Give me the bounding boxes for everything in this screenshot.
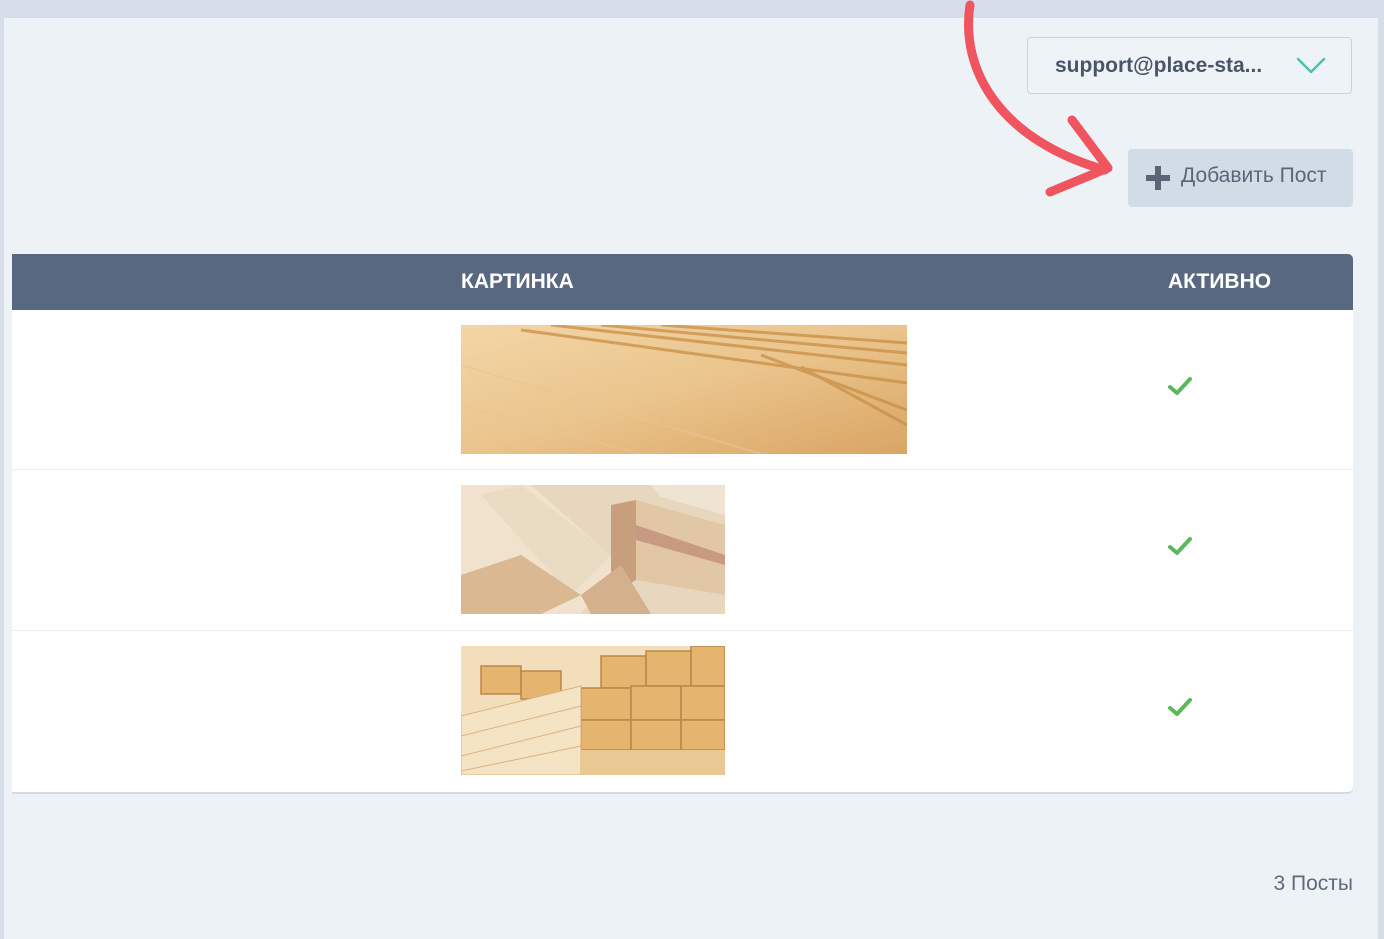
post-image[interactable] (461, 646, 725, 775)
active-check-icon (1168, 377, 1192, 395)
column-header-image[interactable]: КАРТИНКА (461, 270, 574, 294)
posts-count: 3 Посты (1273, 872, 1354, 895)
table-row[interactable] (12, 310, 1353, 470)
post-image[interactable] (461, 485, 725, 614)
column-header-active[interactable]: АКТИВНО (1168, 270, 1271, 294)
left-edge (4, 18, 12, 939)
active-check-icon (1168, 698, 1192, 716)
chevron-down-icon (1296, 57, 1326, 74)
table-row[interactable] (12, 470, 1353, 631)
table-header: КАРТИНКА АКТИВНО (12, 254, 1353, 310)
active-check-icon (1168, 537, 1192, 555)
add-post-label: Добавить Пост (1181, 164, 1327, 187)
account-dropdown[interactable]: support@place-sta... (1027, 37, 1352, 94)
account-dropdown-value: support@place-sta... (1055, 54, 1263, 77)
post-image[interactable] (461, 325, 907, 454)
add-post-button[interactable]: Добавить Пост (1128, 149, 1353, 207)
posts-table: КАРТИНКА АКТИВНО (12, 254, 1353, 792)
plus-icon (1146, 166, 1170, 190)
table-row[interactable] (12, 631, 1353, 792)
